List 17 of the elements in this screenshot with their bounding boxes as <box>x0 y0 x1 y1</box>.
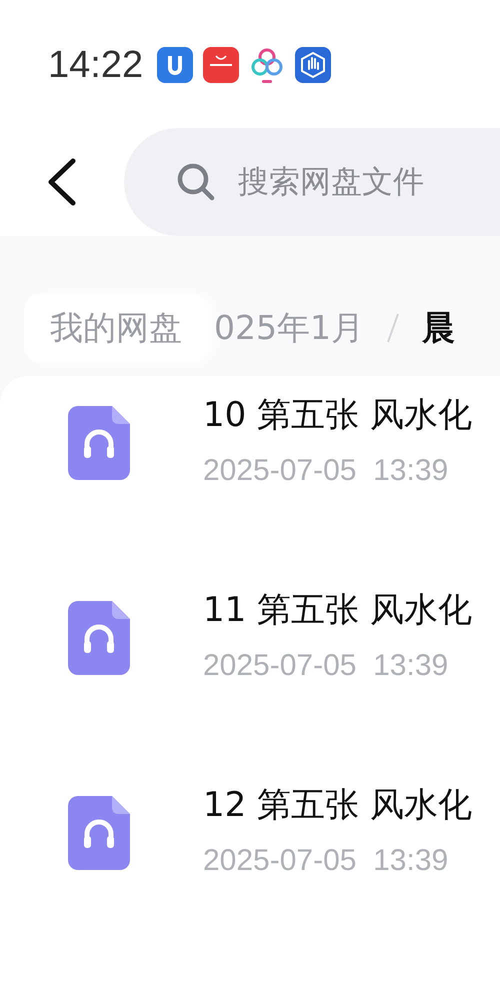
file-date: 2025-07-05 13:39 <box>203 649 450 683</box>
breadcrumb-item[interactable]: 晨 <box>422 306 455 350</box>
status-time: 14:22 <box>48 44 144 86</box>
app-notification-icon <box>295 47 332 83</box>
audio-file-icon <box>68 601 130 675</box>
file-name[interactable]: 10 第五张 风水化 <box>203 392 472 442</box>
search-field[interactable]: 搜索网盘文件 <box>236 163 500 201</box>
file-date: 2025-07-05 13:39 <box>203 454 450 488</box>
app-notification-icon <box>157 47 194 83</box>
app-notification-icon <box>203 47 240 83</box>
audio-file-icon <box>68 796 130 870</box>
breadcrumb-separator <box>386 312 400 344</box>
file-date: 2025-07-05 13:39 <box>203 844 450 878</box>
audio-file-icon <box>68 406 130 480</box>
file-name[interactable]: 11 第五张 风水化 <box>203 587 472 637</box>
file-name[interactable]: 12 第五张 风水化 <box>203 782 472 832</box>
search-icon <box>176 162 216 202</box>
